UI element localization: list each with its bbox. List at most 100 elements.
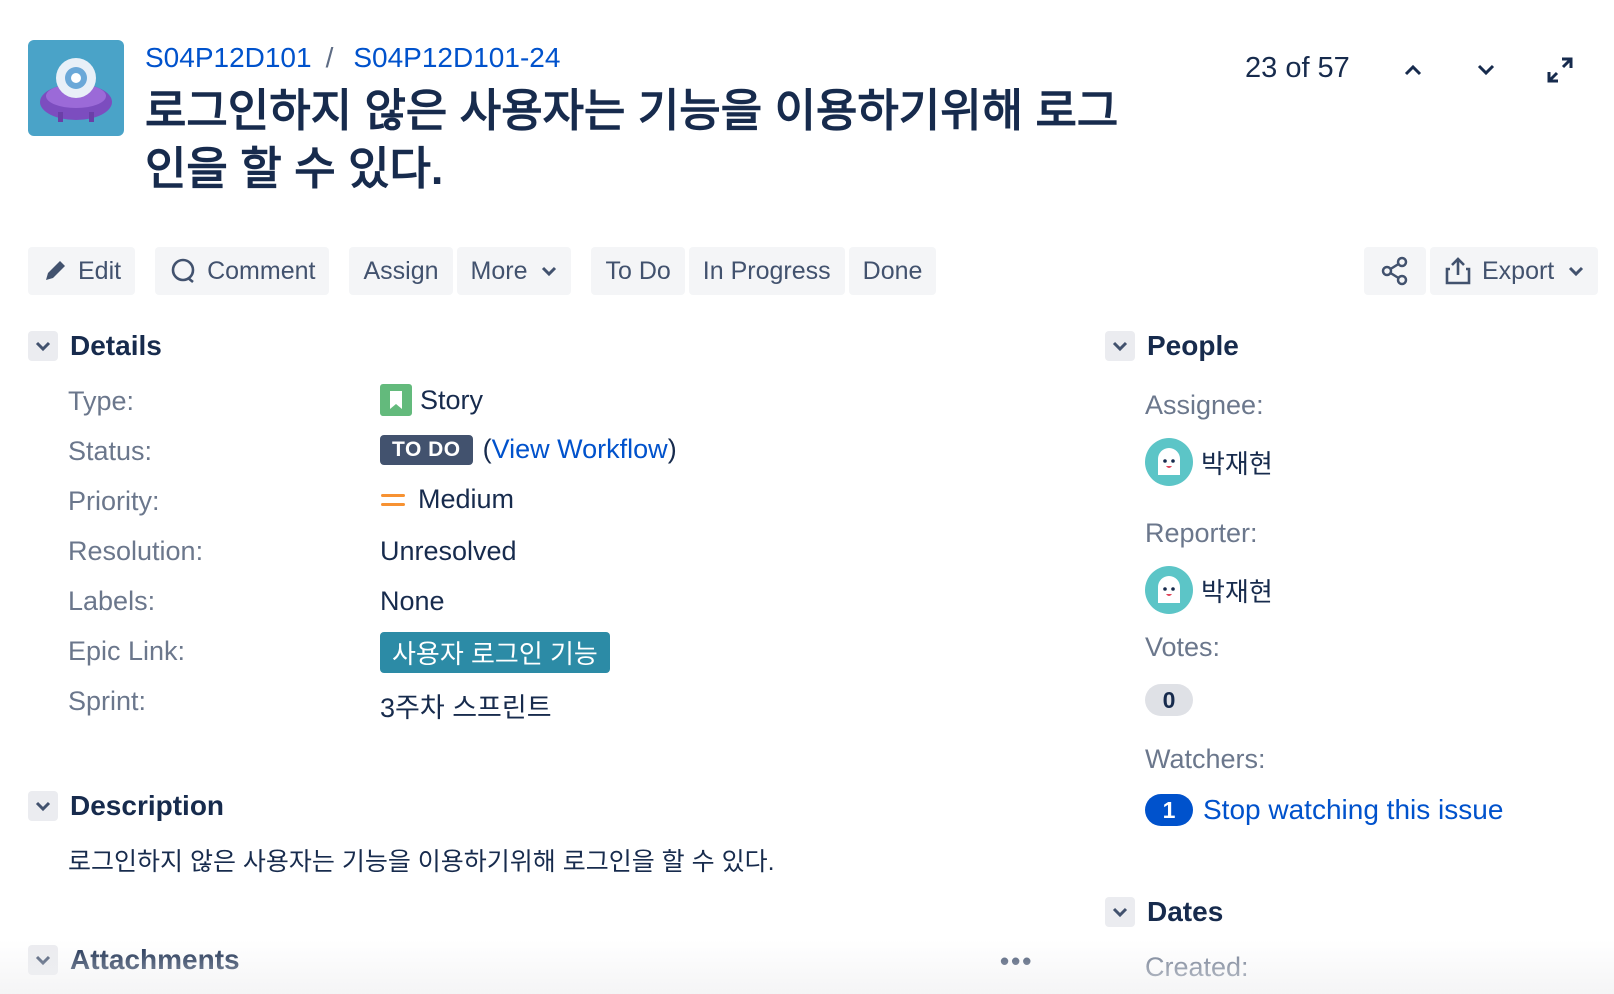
assignee-user[interactable]: 박재현 — [1145, 438, 1273, 486]
chevron-down-icon — [35, 341, 51, 352]
people-heading: People — [1147, 330, 1239, 361]
attachments-section-header[interactable]: Attachments — [28, 944, 240, 976]
details-toggle[interactable] — [28, 331, 58, 361]
user-avatar-icon — [1158, 576, 1180, 603]
comment-button[interactable]: Comment — [155, 247, 330, 295]
edit-button[interactable]: Edit — [28, 247, 136, 295]
details-section-header[interactable]: Details — [28, 330, 162, 362]
more-label: More — [470, 256, 528, 285]
issue-summary: 로그인하지 않은 사용자는 기능을 이용하기위해 로그인을 할 수 있다. — [145, 85, 1119, 194]
more-button[interactable]: More — [456, 247, 572, 295]
created-label: Created: — [1145, 952, 1249, 982]
sprint-value[interactable]: 3주차 스프린트 — [380, 686, 552, 725]
chevron-down-icon — [542, 266, 557, 277]
labels-value: None — [380, 586, 445, 616]
breadcrumb-issue-link[interactable]: S04P12D101-24 — [353, 42, 560, 74]
chevron-up-icon — [1404, 64, 1422, 76]
share-button[interactable] — [1364, 247, 1426, 295]
chevron-down-icon — [35, 955, 51, 966]
status-value: TO DO (View Workflow) — [380, 434, 677, 465]
type-label: Type: — [68, 386, 135, 416]
share-icon — [1381, 256, 1408, 286]
transition-in-progress-button[interactable]: In Progress — [688, 247, 845, 295]
type-value-text: Story — [420, 384, 484, 415]
watchers-count-badge[interactable]: 1 — [1145, 794, 1193, 826]
epic-link-value: 사용자 로그인 기능 — [380, 632, 610, 673]
breadcrumb-project-link[interactable]: S04P12D101 — [145, 42, 312, 74]
resolution-value: Unresolved — [380, 536, 517, 566]
attachments-more-button[interactable]: ••• — [1000, 946, 1033, 977]
description-text[interactable]: 로그인하지 않은 사용자는 기능을 이용하기위해 로그인을 할 수 있다. — [68, 842, 775, 878]
people-section-header[interactable]: People — [1105, 330, 1239, 362]
assignee-label: Assignee: — [1145, 390, 1264, 420]
reporter-name: 박재현 — [1201, 576, 1273, 607]
project-avatar[interactable] — [28, 40, 124, 136]
assignee-name: 박재현 — [1201, 448, 1273, 479]
votes-count-badge[interactable]: 0 — [1145, 684, 1193, 716]
done-label: Done — [862, 256, 923, 285]
export-label: Export — [1482, 256, 1555, 285]
breadcrumb-separator: / — [325, 42, 334, 73]
expand-button[interactable] — [1542, 52, 1578, 88]
issue-toolbar-right: Export — [1364, 247, 1602, 295]
description-toggle[interactable] — [28, 791, 58, 821]
priority-value-text: Medium — [418, 484, 515, 514]
export-icon — [1445, 257, 1471, 285]
in-progress-label: In Progress — [702, 256, 831, 285]
description-heading: Description — [70, 790, 225, 821]
dates-section-header[interactable]: Dates — [1105, 896, 1223, 928]
dates-toggle[interactable] — [1105, 897, 1135, 927]
labels-label: Labels: — [68, 586, 156, 616]
comment-label: Comment — [207, 256, 316, 285]
issue-pager-count: 23 of 57 — [1245, 52, 1350, 84]
story-icon — [380, 384, 412, 416]
epic-lozenge[interactable]: 사용자 로그인 기능 — [380, 632, 610, 673]
resolution-label: Resolution: — [68, 536, 204, 566]
watchers-label: Watchers: — [1145, 744, 1266, 774]
edit-label: Edit — [78, 256, 122, 285]
attachments-toggle[interactable] — [28, 945, 58, 975]
chevron-down-icon — [1112, 907, 1128, 918]
watchers-row: 1 Stop watching this issue — [1145, 794, 1503, 826]
avatar — [1145, 438, 1193, 486]
pencil-icon — [46, 261, 65, 280]
transition-todo-button[interactable]: To Do — [591, 247, 685, 295]
avatar — [1145, 566, 1193, 614]
todo-label: To Do — [605, 256, 671, 285]
reporter-label: Reporter: — [1145, 518, 1258, 548]
stop-watching-link[interactable]: Stop watching this issue — [1203, 794, 1503, 826]
transition-done-button[interactable]: Done — [848, 247, 937, 295]
previous-issue-button[interactable] — [1395, 52, 1431, 88]
chevron-down-icon — [1112, 341, 1128, 352]
next-issue-button[interactable] — [1468, 52, 1504, 88]
sprint-label: Sprint: — [68, 686, 147, 716]
breadcrumb: S04P12D101 / S04P12D101-24 — [145, 42, 560, 74]
epic-link-label: Epic Link: — [68, 636, 186, 666]
workflow-open-paren: ( — [482, 434, 492, 464]
details-heading: Details — [70, 330, 162, 361]
priority-value: Medium — [380, 484, 514, 515]
votes-label: Votes: — [1145, 632, 1221, 662]
priority-medium-icon — [381, 493, 405, 506]
expand-icon — [1547, 57, 1573, 83]
bottom-fade — [0, 940, 1614, 994]
status-label: Status: — [68, 436, 153, 466]
people-toggle[interactable] — [1105, 331, 1135, 361]
comment-icon — [171, 258, 195, 284]
status-lozenge: TO DO — [380, 434, 473, 465]
user-avatar-icon — [1158, 448, 1180, 475]
reporter-user[interactable]: 박재현 — [1145, 566, 1273, 614]
view-workflow-link[interactable]: View Workflow — [492, 434, 668, 465]
workflow-close-paren: ) — [667, 434, 677, 464]
priority-label: Priority: — [68, 486, 160, 516]
description-section-header[interactable]: Description — [28, 790, 224, 822]
chevron-down-icon — [1477, 64, 1495, 76]
assign-label: Assign — [363, 256, 439, 285]
assign-button[interactable]: Assign — [349, 247, 453, 295]
chevron-down-icon — [1569, 266, 1584, 277]
type-value: Story — [380, 384, 483, 416]
issue-toolbar: Edit Comment Assign More To Do In Progre… — [28, 247, 940, 295]
export-button[interactable]: Export — [1430, 247, 1599, 295]
attachments-heading: Attachments — [70, 944, 240, 975]
chevron-down-icon — [35, 801, 51, 812]
